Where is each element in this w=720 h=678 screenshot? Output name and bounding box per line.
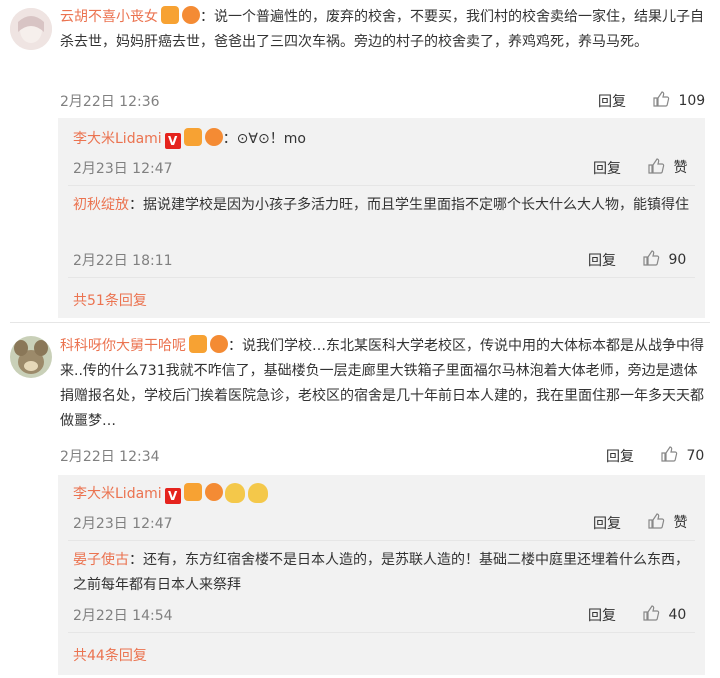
comment-time: 2月22日 12:36 (60, 94, 160, 110)
emoji-icon (224, 483, 245, 503)
divider (68, 540, 695, 541)
reply-time: 2月23日 12:47 (73, 516, 173, 532)
thumbs-up-icon (661, 446, 678, 462)
thumbs-up-icon (643, 250, 660, 266)
user-avatar-icon (10, 8, 52, 50)
like-count: 70 (686, 448, 705, 464)
more-replies-link[interactable]: 共51条回复 (73, 290, 147, 310)
thumbs-up-icon (653, 91, 670, 107)
verified-badge-icon: V (164, 133, 181, 149)
divider (68, 185, 695, 186)
thumbs-up-icon (648, 158, 665, 174)
comment-body: 科科呀你大舅干哈呢 ：说我们学校…东北某医科大学老校区，传说中用的大体标本都是从战… (60, 334, 705, 434)
reply-text: ：还有，东方红宿舍楼不是日本人造的，是苏联人造的！基础二楼中庭里还埋着什么东西，… (73, 552, 689, 593)
comment-time: 2月22日 12:34 (60, 449, 160, 465)
like-count: 赞 (673, 515, 688, 531)
emoji-icon (247, 483, 268, 503)
fan-badge-icon (204, 128, 223, 146)
like-button[interactable]: 109 (652, 90, 705, 109)
reply-time: 2月22日 18:11 (73, 253, 173, 269)
reply-body: 初秋绽放：据说建学校是因为小孩子多活力旺，而且学生里面指不定哪个长大什么大人物，… (73, 193, 693, 218)
reply-user-name[interactable]: 晏子使古 (73, 552, 129, 568)
divider (68, 277, 695, 278)
thumbs-up-icon (648, 513, 665, 529)
like-button[interactable]: 70 (660, 445, 704, 464)
reply-button[interactable]: 回复 (588, 250, 616, 270)
like-button[interactable]: 40 (642, 604, 686, 623)
reply-body: 李大米Lidami V ：⊙∀⊙！mo (73, 127, 693, 152)
comment-body: 云胡不喜小丧女 ：说一个普遍性的，废弃的校舍，不要买，我们村的校舍卖给一家住，结果… (60, 5, 705, 55)
more-replies-link[interactable]: 共44条回复 (73, 645, 147, 665)
reply-user-name[interactable]: 初秋绽放 (73, 197, 129, 213)
comment-divider (10, 322, 710, 323)
divider (68, 632, 695, 633)
vip-badge-icon (189, 335, 207, 353)
reply-body: 晏子使古：还有，东方红宿舍楼不是日本人造的，是苏联人造的！基础二楼中庭里还埋着什… (73, 548, 693, 598)
like-button[interactable]: 赞 (647, 157, 687, 177)
avatar[interactable] (10, 8, 52, 50)
reply-text: ：据说建学校是因为小孩子多活力旺，而且学生里面指不定哪个长大什么大人物，能镇得住 (129, 197, 689, 213)
reply-button[interactable]: 回复 (598, 91, 626, 111)
fan-badge-icon (182, 6, 200, 24)
comment-user-name[interactable]: 云胡不喜小丧女 (60, 9, 158, 25)
reply-user-name[interactable]: 李大米Lidami (73, 131, 162, 147)
like-button[interactable]: 赞 (647, 512, 687, 532)
reply-button[interactable]: 回复 (606, 446, 634, 466)
reply-body: 李大米Lidami V (73, 482, 693, 507)
verified-badge-icon: V (164, 488, 181, 504)
user-avatar-icon (10, 336, 52, 378)
vip-badge-icon (183, 128, 202, 146)
reply-button[interactable]: 回复 (588, 605, 616, 625)
comment-user-name[interactable]: 科科呀你大舅干哈呢 (60, 338, 186, 354)
reply-time: 2月23日 12:47 (73, 161, 173, 177)
like-count: 赞 (673, 160, 688, 176)
like-count: 40 (668, 607, 687, 623)
vip-badge-icon (183, 483, 202, 501)
reply-button[interactable]: 回复 (593, 158, 621, 178)
vip-badge-icon (161, 6, 179, 24)
reply-button[interactable]: 回复 (593, 513, 621, 533)
avatar[interactable] (10, 336, 52, 378)
like-count: 90 (668, 252, 687, 268)
like-button[interactable]: 90 (642, 249, 686, 268)
reply-time: 2月22日 14:54 (73, 608, 173, 624)
reply-user-name[interactable]: 李大米Lidami (73, 486, 162, 502)
fan-badge-icon (204, 483, 223, 501)
fan-badge-icon (210, 335, 228, 353)
reply-text: ：⊙∀⊙！mo (222, 131, 306, 147)
thumbs-up-icon (643, 605, 660, 621)
like-count: 109 (678, 93, 706, 109)
